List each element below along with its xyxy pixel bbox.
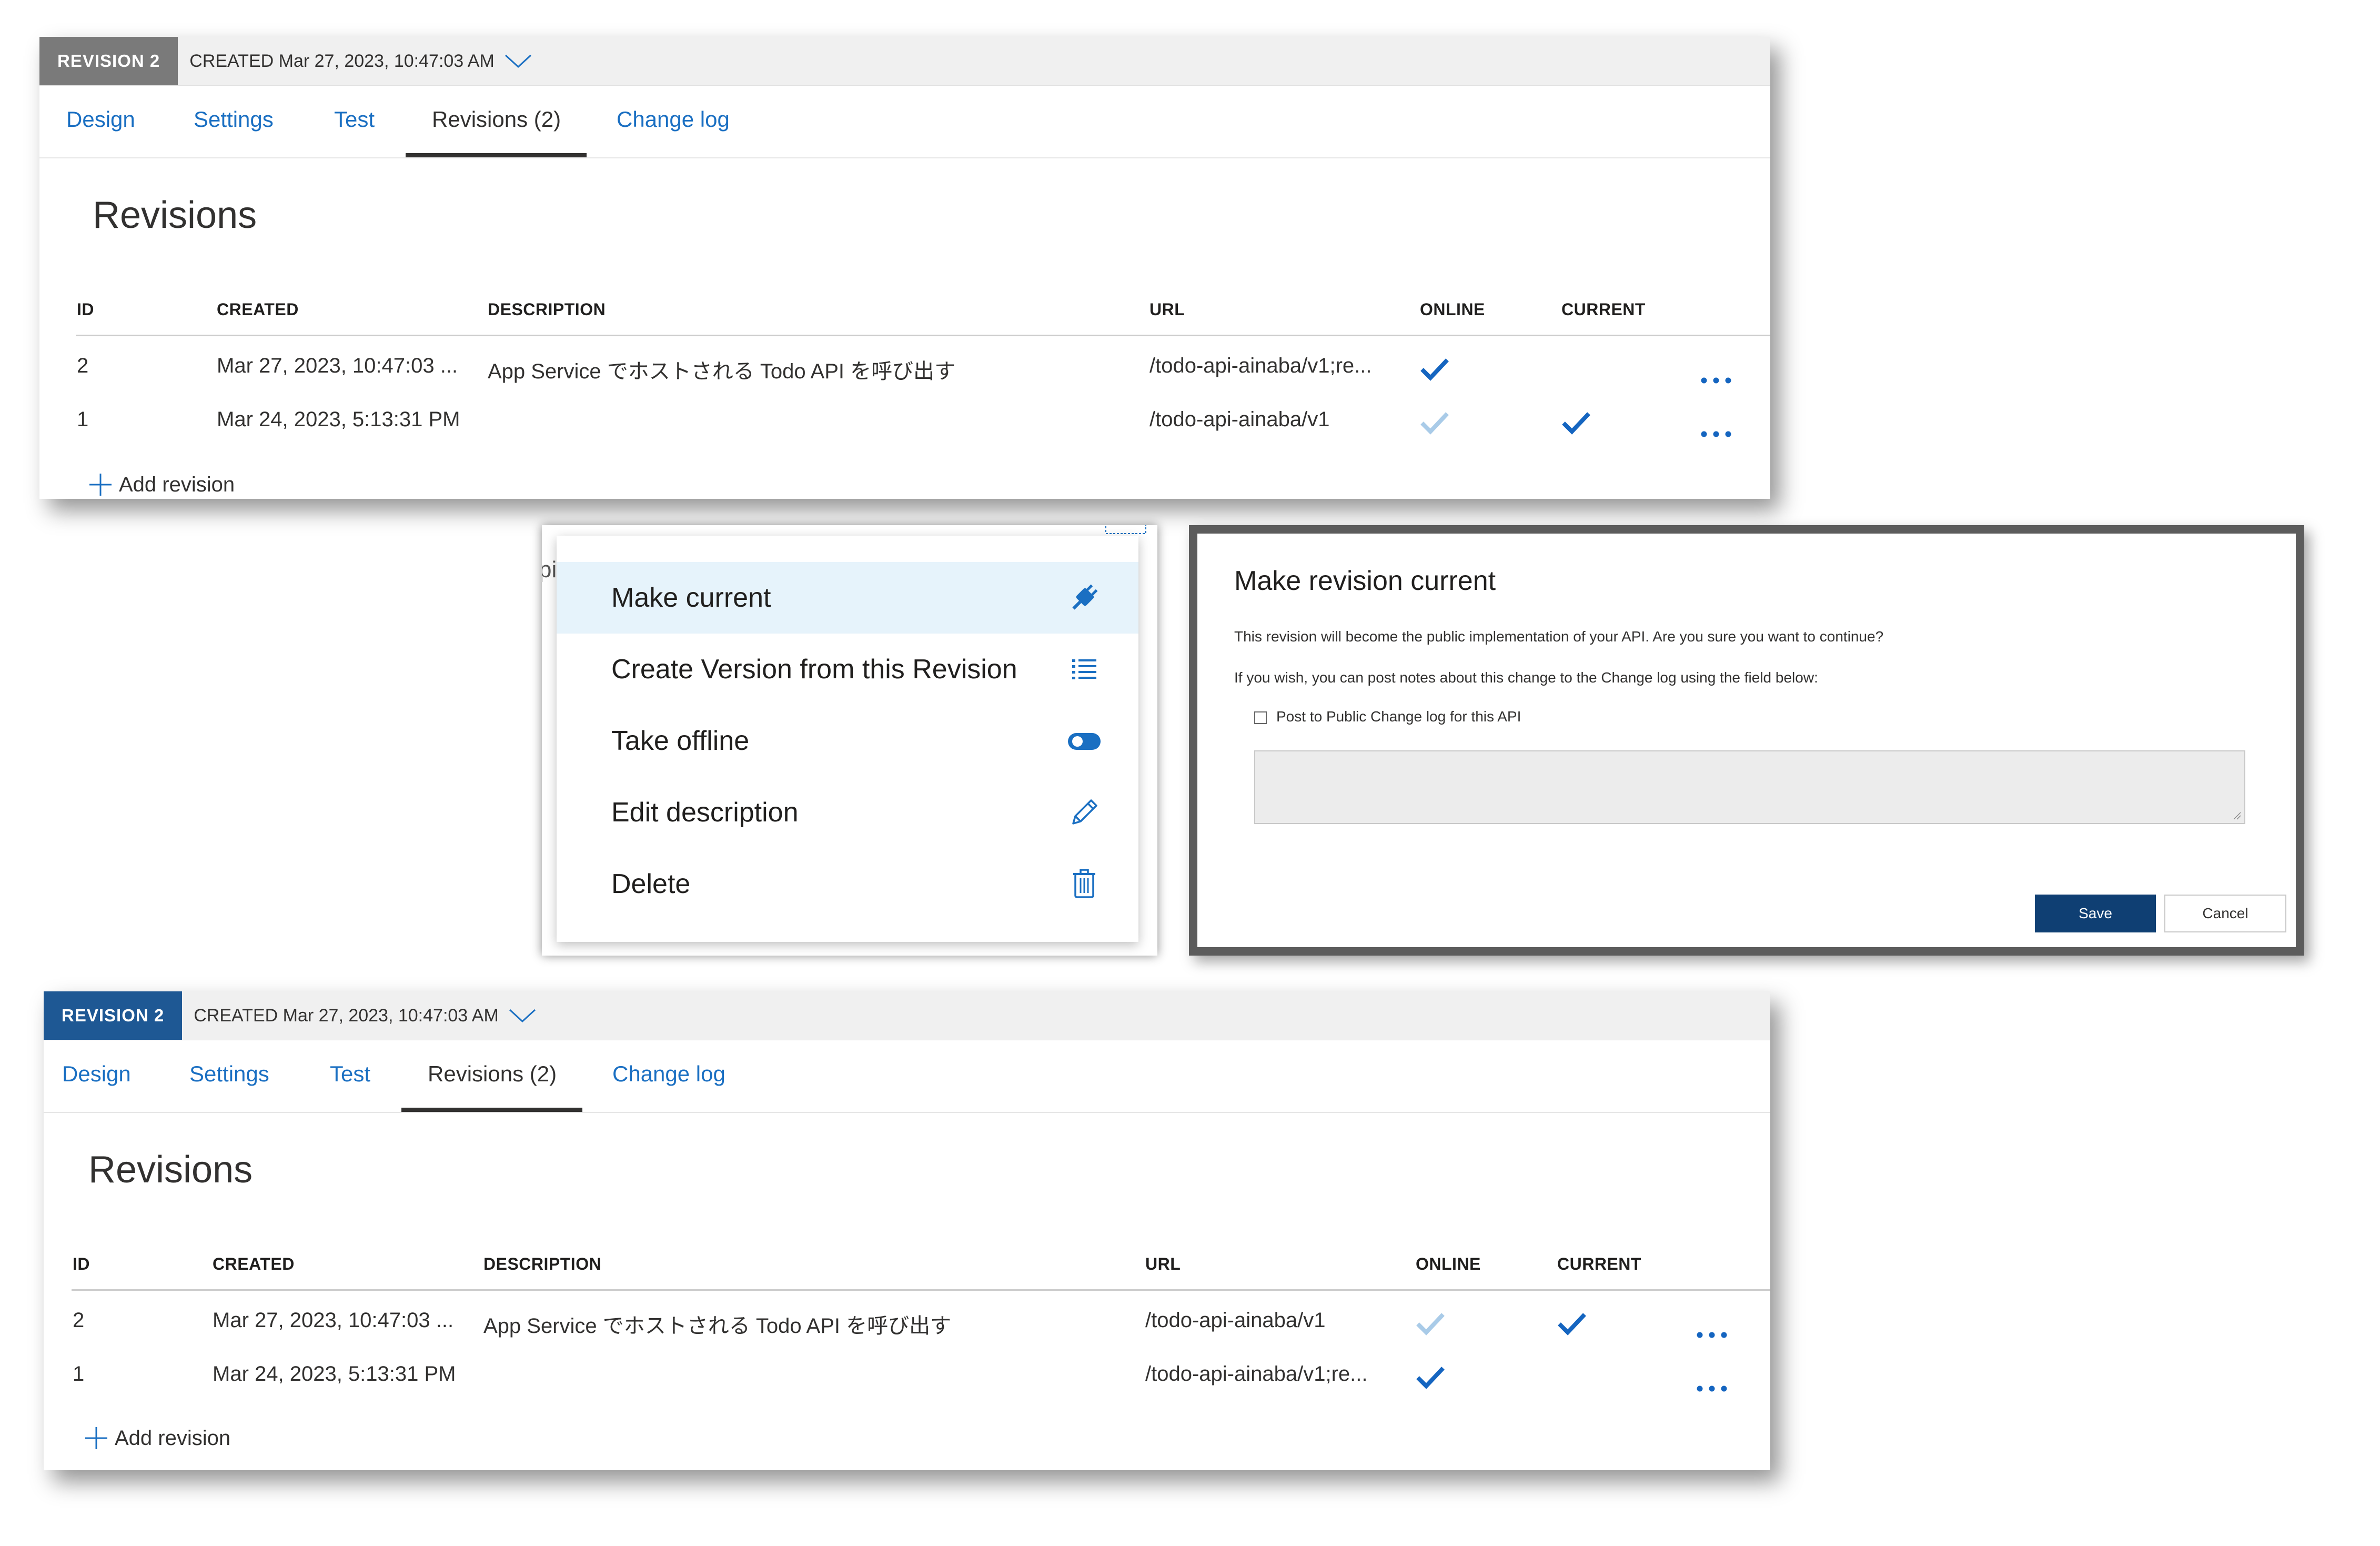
save-button[interactable]: Save [2035, 895, 2156, 932]
plug-icon [1072, 584, 1098, 610]
active-tab-indicator [406, 153, 587, 157]
more-options-icon[interactable] [1700, 430, 1732, 438]
current-check-icon [1558, 1313, 1586, 1336]
page-title: Revisions [93, 194, 257, 236]
tab-test[interactable]: Test [330, 1061, 370, 1087]
menu-item-edit-description[interactable]: Edit description [557, 777, 1138, 848]
row-created: Mar 27, 2023, 10:47:03 ... [213, 1309, 454, 1332]
post-change-log-checkbox[interactable] [1254, 711, 1267, 724]
row-url: /todo-api-ainaba/v1 [1145, 1309, 1326, 1332]
menu-item-label: Delete [611, 869, 691, 899]
trash-icon [1073, 869, 1095, 898]
menu-item-label: Make current [611, 583, 771, 613]
column-header-url: URL [1149, 300, 1185, 319]
resize-grip-icon[interactable] [2233, 811, 2241, 820]
add-revision-button[interactable]: Add revision [84, 1426, 230, 1450]
row-url: /todo-api-ainaba/v1;re... [1145, 1362, 1368, 1386]
current-check-icon [1562, 412, 1590, 435]
row-id: 2 [77, 354, 89, 377]
revisions-panel-after: REVISION 2 CREATED Mar 27, 2023, 10:47:0… [44, 991, 1770, 1470]
add-revision-label: Add revision [119, 473, 235, 496]
row-url: /todo-api-ainaba/v1;re... [1149, 354, 1372, 377]
active-tab-indicator [401, 1108, 582, 1112]
menu-item-label: Take offline [611, 726, 750, 756]
menu-item-label: Edit description [611, 797, 799, 828]
more-options-icon [1105, 525, 1146, 534]
header-divider [72, 1289, 1770, 1291]
menu-item-delete[interactable]: Delete [557, 848, 1138, 920]
revision-badge: REVISION 2 [44, 991, 183, 1040]
tab-revisions[interactable]: Revisions (2) [432, 107, 561, 132]
tab-design[interactable]: Design [62, 1061, 131, 1087]
row-created: Mar 27, 2023, 10:47:03 ... [217, 354, 458, 377]
revision-badge: REVISION 2 [39, 37, 178, 85]
row-created: Mar 24, 2023, 5:13:31 PM [217, 408, 460, 431]
online-check-icon [1420, 358, 1449, 381]
column-header-id: ID [77, 300, 94, 319]
menu-item-take-offline[interactable]: Take offline [557, 705, 1138, 777]
tab-design[interactable]: Design [66, 107, 135, 132]
pencil-icon [1072, 799, 1097, 825]
column-header-current: CURRENT [1561, 300, 1646, 319]
cancel-button[interactable]: Cancel [2164, 895, 2286, 932]
tab-bar: Design Settings Test Revisions (2) Chang… [44, 1040, 1770, 1113]
change-log-notes-textarea[interactable] [1254, 750, 2245, 824]
tab-settings[interactable]: Settings [189, 1061, 269, 1087]
tab-change-log[interactable]: Change log [617, 107, 730, 132]
online-check-icon [1420, 412, 1449, 435]
revision-created: CREATED Mar 27, 2023, 10:47:03 AM [194, 1005, 499, 1026]
revision-header: REVISION 2 CREATED Mar 27, 2023, 10:47:0… [44, 991, 1770, 1040]
row-description: App Service でホストされる Todo API を呼び出す [483, 1314, 952, 1338]
plus-icon [89, 474, 112, 496]
context-menu-screenshot: pi Make current Create Version from this… [542, 525, 1157, 956]
online-check-icon [1416, 1313, 1445, 1336]
more-options-icon[interactable] [1696, 1331, 1728, 1339]
column-header-current: CURRENT [1557, 1254, 1641, 1273]
row-url: /todo-api-ainaba/v1 [1149, 408, 1330, 431]
column-header-created: CREATED [217, 300, 299, 319]
tab-revisions[interactable]: Revisions (2) [428, 1061, 557, 1087]
column-header-description: DESCRIPTION [483, 1254, 602, 1273]
online-check-icon [1416, 1367, 1445, 1389]
revisions-panel-before: REVISION 2 CREATED Mar 27, 2023, 10:47:0… [39, 37, 1770, 499]
row-created: Mar 24, 2023, 5:13:31 PM [213, 1362, 456, 1386]
row-id: 1 [77, 408, 89, 431]
plus-icon [85, 1427, 107, 1449]
column-header-url: URL [1145, 1254, 1181, 1273]
row-description: App Service でホストされる Todo API を呼び出す [488, 360, 956, 383]
more-options-icon[interactable] [1696, 1385, 1728, 1392]
dialog-message: This revision will become the public imp… [1234, 628, 1884, 645]
column-header-id: ID [73, 1254, 90, 1273]
dialog-hint: If you wish, you can post notes about th… [1234, 669, 1818, 686]
menu-item-create-version[interactable]: Create Version from this Revision [557, 634, 1138, 705]
column-header-created: CREATED [213, 1254, 295, 1273]
row-id: 1 [73, 1362, 85, 1386]
chevron-down-icon[interactable] [504, 53, 532, 69]
revision-header: REVISION 2 CREATED Mar 27, 2023, 10:47:0… [39, 37, 1770, 86]
dialog-title: Make revision current [1234, 566, 1496, 596]
revision-created: CREATED Mar 27, 2023, 10:47:03 AM [189, 51, 495, 71]
row-id: 2 [73, 1309, 85, 1332]
toggle-icon [1068, 733, 1101, 750]
menu-item-make-current[interactable]: Make current [557, 562, 1138, 634]
add-revision-label: Add revision [115, 1426, 231, 1450]
menu-item-label: Create Version from this Revision [611, 654, 1017, 685]
chevron-down-icon[interactable] [508, 1008, 537, 1023]
list-icon [1072, 659, 1096, 679]
post-change-log-label: Post to Public Change log for this API [1276, 708, 1521, 725]
tab-test[interactable]: Test [334, 107, 375, 132]
tab-bar: Design Settings Test Revisions (2) Chang… [39, 86, 1770, 158]
column-header-online: ONLINE [1416, 1254, 1481, 1273]
make-current-dialog: Make revision current This revision will… [1189, 525, 2304, 956]
tab-change-log[interactable]: Change log [612, 1061, 725, 1087]
page-title: Revisions [88, 1149, 253, 1191]
tab-settings[interactable]: Settings [194, 107, 274, 132]
add-revision-button[interactable]: Add revision [88, 473, 235, 497]
background-fragment-text: pi [542, 557, 557, 583]
context-menu: Make current Create Version from this Re… [557, 536, 1138, 942]
header-divider [76, 335, 1770, 336]
column-header-description: DESCRIPTION [488, 300, 606, 319]
more-options-icon[interactable] [1700, 377, 1732, 384]
column-header-online: ONLINE [1420, 300, 1485, 319]
